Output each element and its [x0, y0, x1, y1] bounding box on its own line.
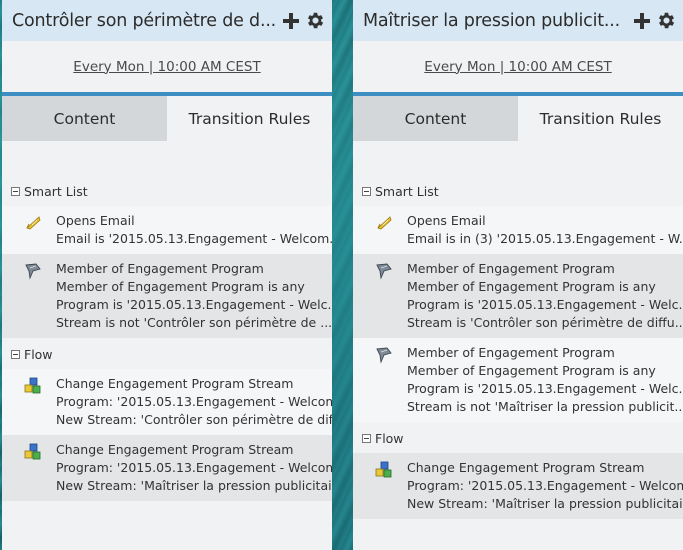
- email-icon: [24, 214, 42, 232]
- item-name: Change Engagement Program Stream: [56, 376, 294, 391]
- stream-title[interactable]: Contrôler son périmètre de d...: [12, 11, 278, 31]
- item-detail: Program is '2015.05.13.Engagement - Welc…: [56, 297, 332, 312]
- tab-transition-rules[interactable]: Transition Rules: [518, 96, 683, 141]
- section-label: Smart List: [24, 183, 88, 199]
- collapse-icon[interactable]: [362, 186, 371, 196]
- smart-list-section[interactable]: Smart List: [353, 181, 683, 201]
- schedule-band: Every Mon | 10:00 AM CEST: [2, 41, 332, 92]
- gear-icon[interactable]: [655, 10, 677, 32]
- collapse-icon[interactable]: [362, 433, 371, 443]
- change-stream-icon: [24, 443, 42, 461]
- item-detail: Member of Engagement Program is any: [407, 279, 656, 294]
- add-icon[interactable]: [280, 10, 302, 32]
- flow-section[interactable]: Flow: [2, 344, 332, 364]
- tab-transition-rules[interactable]: Transition Rules: [167, 96, 332, 141]
- item-name: Opens Email: [407, 213, 486, 228]
- program-filter-icon: [375, 346, 393, 364]
- flow-item[interactable]: Change Engagement Program Stream Program…: [2, 435, 332, 501]
- item-detail: Program: '2015.05.13.Engagement - Welcom…: [407, 478, 683, 493]
- trigger-item[interactable]: Opens Email Email is '2015.05.13.Engagem…: [2, 206, 332, 254]
- add-icon[interactable]: [631, 10, 653, 32]
- schedule-band: Every Mon | 10:00 AM CEST: [353, 41, 683, 92]
- item-detail: Program is '2015.05.13.Engagement - Welc…: [407, 381, 683, 396]
- filter-item[interactable]: Member of Engagement Program Member of E…: [353, 254, 683, 338]
- program-filter-icon: [375, 262, 393, 280]
- schedule-link[interactable]: Every Mon | 10:00 AM CEST: [424, 59, 611, 75]
- item-detail: Stream is not 'Maîtriser la pression pub…: [407, 399, 683, 414]
- item-detail: Email is in (3) '2015.05.13.Engagement -…: [407, 231, 683, 246]
- flow-item[interactable]: Change Engagement Program Stream Program…: [2, 369, 332, 435]
- stream-header: Maîtriser la pression publicit...: [353, 0, 683, 41]
- item-name: Member of Engagement Program: [407, 261, 615, 276]
- item-detail: Program is '2015.05.13.Engagement - Welc…: [407, 297, 683, 312]
- item-detail: Program: '2015.05.13.Engagement - Welcom…: [56, 394, 332, 409]
- item-detail: Program: '2015.05.13.Engagement - Welcom…: [56, 460, 332, 475]
- stream-header: Contrôler son périmètre de d...: [2, 0, 332, 41]
- item-name: Member of Engagement Program: [407, 345, 615, 360]
- tab-bar: Content Transition Rules: [353, 92, 683, 141]
- program-filter-icon: [24, 262, 42, 280]
- item-name: Change Engagement Program Stream: [407, 460, 645, 475]
- section-label: Flow: [24, 346, 53, 362]
- filter-item[interactable]: Member of Engagement Program Member of E…: [353, 338, 683, 422]
- gear-icon[interactable]: [304, 10, 326, 32]
- change-stream-icon: [24, 377, 42, 395]
- flow-section[interactable]: Flow: [353, 428, 683, 448]
- item-detail: New Stream: 'Maîtriser la pression publi…: [407, 496, 683, 511]
- item-detail: Member of Engagement Program is any: [56, 279, 305, 294]
- tab-content[interactable]: Content: [2, 96, 167, 141]
- tab-content[interactable]: Content: [353, 96, 518, 141]
- stream-title[interactable]: Maîtriser la pression publicit...: [363, 11, 629, 31]
- item-detail: Member of Engagement Program is any: [407, 363, 656, 378]
- item-name: Change Engagement Program Stream: [56, 442, 294, 457]
- item-detail: New Stream: 'Contrôler son périmètre de …: [56, 412, 332, 427]
- item-detail: Stream is 'Contrôler son périmètre de di…: [407, 315, 683, 330]
- trigger-item[interactable]: Opens Email Email is in (3) '2015.05.13.…: [353, 206, 683, 254]
- stream-column-2: Maîtriser la pression publicit... Every …: [353, 0, 683, 550]
- smart-list-section[interactable]: Smart List: [2, 181, 332, 201]
- schedule-link[interactable]: Every Mon | 10:00 AM CEST: [73, 59, 260, 75]
- item-detail: New Stream: 'Maîtriser la pression publi…: [56, 478, 332, 493]
- section-label: Smart List: [375, 183, 439, 199]
- tab-bar: Content Transition Rules: [2, 92, 332, 141]
- filter-item[interactable]: Member of Engagement Program Member of E…: [2, 254, 332, 338]
- item-detail: Email is '2015.05.13.Engagement - Welcom…: [56, 231, 332, 246]
- collapse-icon[interactable]: [11, 349, 20, 359]
- item-name: Member of Engagement Program: [56, 261, 264, 276]
- flow-item[interactable]: Change Engagement Program Stream Program…: [353, 453, 683, 519]
- stream-column-1: Contrôler son périmètre de d... Every Mo…: [2, 0, 332, 550]
- collapse-icon[interactable]: [11, 186, 20, 196]
- item-detail: Stream is not 'Contrôler son périmètre d…: [56, 315, 332, 330]
- section-label: Flow: [375, 430, 404, 446]
- email-icon: [375, 214, 393, 232]
- change-stream-icon: [375, 461, 393, 479]
- item-name: Opens Email: [56, 213, 135, 228]
